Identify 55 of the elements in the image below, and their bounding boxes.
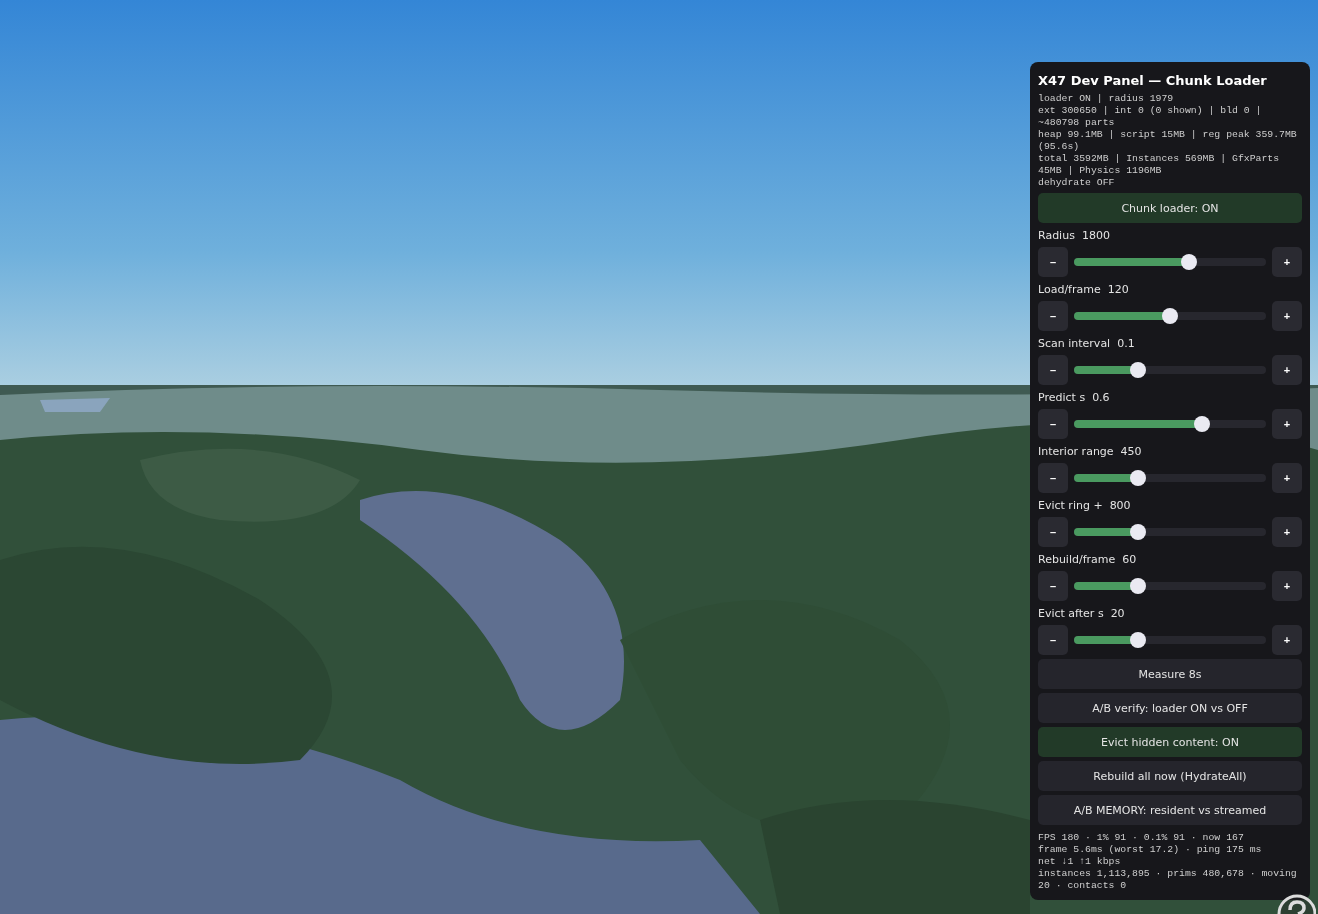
action-button[interactable]: A/B MEMORY: resident vs streamed bbox=[1038, 795, 1302, 825]
decrement-button[interactable]: – bbox=[1038, 301, 1068, 331]
status-text: heap 99.1MB | script 15MB | reg peak 359.7MB (95.6s) bbox=[1038, 129, 1298, 153]
decrement-button[interactable]: – bbox=[1038, 463, 1068, 493]
stats-text: net ↓1 ↑1 kbps bbox=[1038, 856, 1122, 868]
stats-text: FPS 180 · 1% 91 · 0.1% 91 · now 167 bbox=[1038, 832, 1245, 844]
slider-label: Evict after s bbox=[1038, 607, 1104, 620]
status-text: loader ON | radius 1979 bbox=[1038, 93, 1175, 105]
status-text: dehydrate OFF bbox=[1038, 177, 1116, 189]
slider-value: 120 bbox=[1107, 283, 1129, 296]
slider-value: 0.6 bbox=[1092, 391, 1110, 404]
action-button[interactable]: Rebuild all now (HydrateAll) bbox=[1038, 761, 1302, 791]
decrement-button[interactable]: – bbox=[1038, 247, 1068, 277]
increment-button[interactable]: + bbox=[1272, 301, 1302, 331]
slider-label: Predict s bbox=[1038, 391, 1086, 404]
decrement-button[interactable]: – bbox=[1038, 355, 1068, 385]
slider-value: 450 bbox=[1120, 445, 1142, 458]
increment-button[interactable]: + bbox=[1272, 463, 1302, 493]
slider-thumb[interactable] bbox=[1129, 470, 1146, 486]
slider-thumb[interactable] bbox=[1129, 578, 1146, 594]
increment-button[interactable]: + bbox=[1272, 355, 1302, 385]
increment-button[interactable]: + bbox=[1272, 625, 1302, 655]
decrement-button[interactable]: – bbox=[1038, 409, 1068, 439]
increment-button[interactable]: + bbox=[1272, 571, 1302, 601]
slider-label: Rebuild/frame bbox=[1038, 553, 1116, 566]
action-button[interactable]: A/B verify: loader ON vs OFF bbox=[1038, 693, 1302, 723]
decrement-button[interactable]: – bbox=[1038, 571, 1068, 601]
slider-thumb[interactable] bbox=[1181, 254, 1198, 270]
slider-label: Load/frame bbox=[1038, 283, 1101, 296]
slider-label: Interior range bbox=[1038, 445, 1114, 458]
toggle-button[interactable]: Chunk loader: ON bbox=[1038, 193, 1302, 223]
slider-thumb[interactable] bbox=[1162, 308, 1178, 324]
slider-value: 60 bbox=[1122, 553, 1137, 566]
help-icon[interactable] bbox=[1276, 893, 1316, 914]
slider-label: Scan interval bbox=[1038, 337, 1111, 350]
slider-label: Evict ring + bbox=[1038, 499, 1103, 512]
slider-value: 20 bbox=[1110, 607, 1125, 620]
slider-label: Radius bbox=[1038, 229, 1075, 242]
slider-thumb[interactable] bbox=[1129, 362, 1146, 378]
increment-button[interactable]: + bbox=[1272, 517, 1302, 547]
slider-thumb[interactable] bbox=[1129, 632, 1146, 648]
slider-thumb[interactable] bbox=[1129, 524, 1146, 540]
slider-value: 800 bbox=[1109, 499, 1131, 512]
slider-value: 1800 bbox=[1081, 229, 1110, 242]
increment-button[interactable]: + bbox=[1272, 247, 1302, 277]
toggle-button[interactable]: Evict hidden content: ON bbox=[1038, 727, 1302, 757]
increment-button[interactable]: + bbox=[1272, 409, 1302, 439]
stats-text: frame 5.6ms (worst 17.2) · ping 175 ms bbox=[1038, 844, 1263, 856]
slider-value: 0.1 bbox=[1117, 337, 1135, 350]
stats-text: instances 1,113,895 · prims 480,678 · moving 20 · contacts 0 bbox=[1038, 868, 1298, 892]
decrement-button[interactable]: – bbox=[1038, 625, 1068, 655]
slider-thumb[interactable] bbox=[1194, 416, 1211, 432]
action-button[interactable]: Measure 8s bbox=[1038, 659, 1302, 689]
panel-title: X47 Dev Panel — Chunk Loader bbox=[1038, 73, 1268, 89]
decrement-button[interactable]: – bbox=[1038, 517, 1068, 547]
